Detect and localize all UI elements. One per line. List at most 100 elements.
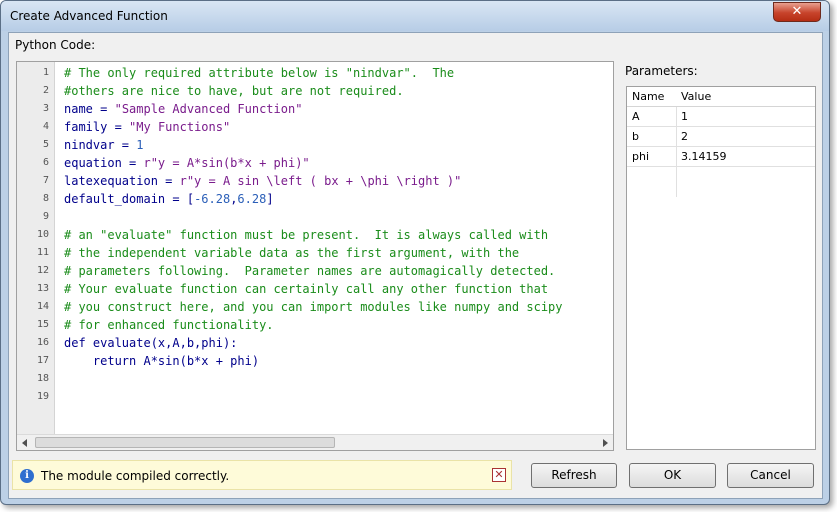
code-token: A*sin(b*x + phi) xyxy=(136,354,260,368)
code-token: # an "evaluate" function must be present… xyxy=(64,228,549,242)
cancel-button[interactable]: Cancel xyxy=(727,463,814,488)
code-line[interactable]: # the independent variable data as the f… xyxy=(64,244,519,262)
line-number: 19 xyxy=(36,391,49,402)
window-title: Create Advanced Function xyxy=(10,9,168,23)
code-line[interactable]: return A*sin(b*x + phi) xyxy=(64,352,259,370)
code-token: nindvar xyxy=(64,138,115,152)
code-token: 1 xyxy=(136,138,144,152)
code-token: # the independent variable data as the f… xyxy=(64,246,520,260)
line-number-gutter: 1 2 3 4 5 6 7 8 9 10 11 12 13 14 15 16 17 18 19 xyxy=(17,62,55,435)
code-token: # you construct here, and you can import… xyxy=(64,300,563,314)
code-line[interactable]: # The only required attribute below is "… xyxy=(64,64,454,82)
code-token: = xyxy=(121,156,144,170)
close-icon: ✕ xyxy=(494,468,504,481)
code-token: -6.28 xyxy=(194,192,231,206)
line-number: 16 xyxy=(36,337,49,348)
line-number: 1 xyxy=(42,67,49,78)
code-line[interactable]: equation = r"y = A*sin(b*x + phi)" xyxy=(64,154,310,172)
code-token: # for enhanced functionality. xyxy=(64,318,274,332)
code-token: "My Functions" xyxy=(129,120,231,134)
code-token: family xyxy=(64,120,108,134)
code-token: # parameters following. Parameter names … xyxy=(64,264,556,278)
code-token: # The only required attribute below is "… xyxy=(64,66,455,80)
code-line[interactable]: #others are nice to have, but are not re… xyxy=(64,82,404,100)
ok-button[interactable]: OK xyxy=(629,463,716,488)
code-token: = xyxy=(107,120,130,134)
line-number: 12 xyxy=(36,265,49,276)
line-number: 17 xyxy=(36,355,49,366)
line-number: 3 xyxy=(42,103,49,114)
status-bar: i The module compiled correctly. ✕ xyxy=(12,460,512,490)
horizontal-scrollbar[interactable] xyxy=(17,434,613,450)
code-token: # Your evaluate function can certainly c… xyxy=(64,282,549,296)
line-number: 4 xyxy=(42,121,49,132)
param-name: phi xyxy=(632,150,650,163)
code-token: = xyxy=(114,138,137,152)
dialog-window: Create Advanced Function ✕ Python Code: … xyxy=(0,0,830,505)
param-value[interactable]: 1 xyxy=(681,110,688,123)
close-window-button[interactable]: ✕ xyxy=(773,2,821,22)
code-token: latexequation xyxy=(64,174,158,188)
code-line[interactable]: # for enhanced functionality. xyxy=(64,316,274,334)
code-line[interactable]: def evaluate(x,A,b,phi): xyxy=(64,334,237,352)
status-message: The module compiled correctly. xyxy=(41,469,230,483)
code-token: ] xyxy=(266,192,274,206)
line-number: 6 xyxy=(42,157,49,168)
code-line[interactable]: # parameters following. Parameter names … xyxy=(64,262,555,280)
table-header: Name Value xyxy=(627,87,815,107)
table-row[interactable]: b 2 xyxy=(627,127,815,147)
code-line[interactable]: latexequation = r"y = A sin \left ( bx +… xyxy=(64,172,461,190)
close-icon: ✕ xyxy=(791,4,803,19)
param-value[interactable]: 2 xyxy=(681,130,688,143)
code-line[interactable]: # an "evaluate" function must be present… xyxy=(64,226,548,244)
code-line[interactable]: family = "My Functions" xyxy=(64,118,230,136)
line-number: 10 xyxy=(36,229,49,240)
code-line[interactable]: default_domain = [-6.28,6.28] xyxy=(64,190,274,208)
code-line[interactable]: # you construct here, and you can import… xyxy=(64,298,563,316)
code-token: 6.28 xyxy=(237,192,267,206)
line-number: 18 xyxy=(36,373,49,384)
parameters-table[interactable]: Name Value A 1 b 2 phi 3.14159 xyxy=(626,86,816,450)
refresh-button[interactable]: Refresh xyxy=(531,463,617,488)
line-number: 2 xyxy=(42,85,49,96)
table-row[interactable]: phi 3.14159 xyxy=(627,147,815,167)
line-number: 8 xyxy=(42,193,49,204)
dismiss-status-button[interactable]: ✕ xyxy=(492,468,506,482)
code-token: equation xyxy=(64,156,122,170)
code-line[interactable]: name = "Sample Advanced Function" xyxy=(64,100,302,118)
line-number: 7 xyxy=(42,175,49,186)
code-token: r"y = A sin \left ( bx + \phi \right )" xyxy=(179,174,462,188)
code-token: r"y = A*sin(b*x + phi)" xyxy=(143,156,310,170)
column-header-name[interactable]: Name xyxy=(632,90,676,103)
code-line[interactable]: nindvar = 1 xyxy=(64,136,144,154)
line-number: 13 xyxy=(36,283,49,294)
param-name: b xyxy=(632,130,639,143)
table-row[interactable]: A 1 xyxy=(627,107,815,127)
scroll-left-icon[interactable] xyxy=(22,439,27,447)
dialog-body: Python Code: 1 2 3 4 5 6 7 8 9 10 11 12 13 14 15 16 17 18… xyxy=(8,32,823,499)
code-token: def xyxy=(64,336,86,350)
info-icon: i xyxy=(20,469,34,483)
param-name: A xyxy=(632,110,640,123)
parameters-label: Parameters: xyxy=(625,64,698,78)
line-number: 14 xyxy=(36,301,49,312)
code-token: default_domain xyxy=(64,192,166,206)
code-token: = [ xyxy=(165,192,195,206)
scrollbar-thumb[interactable] xyxy=(35,437,335,448)
code-token: return xyxy=(64,354,137,368)
line-number: 9 xyxy=(42,211,49,222)
code-token: = xyxy=(157,174,180,188)
line-number: 15 xyxy=(36,319,49,330)
code-token: evaluate(x,A,b,phi): xyxy=(85,336,238,350)
param-value[interactable]: 3.14159 xyxy=(681,150,727,163)
scroll-right-icon[interactable] xyxy=(603,439,608,447)
code-token: #others are nice to have, but are not re… xyxy=(64,84,404,98)
code-editor[interactable]: 1 2 3 4 5 6 7 8 9 10 11 12 13 14 15 16 17 18 19 # The only… xyxy=(16,61,614,451)
code-line[interactable]: # Your evaluate function can certainly c… xyxy=(64,280,548,298)
code-token: name xyxy=(64,102,93,116)
line-number: 5 xyxy=(42,139,49,150)
line-number: 11 xyxy=(36,247,49,258)
column-header-value[interactable]: Value xyxy=(681,90,711,103)
title-bar[interactable]: Create Advanced Function ✕ xyxy=(1,1,829,31)
code-token: "Sample Advanced Function" xyxy=(114,102,303,116)
